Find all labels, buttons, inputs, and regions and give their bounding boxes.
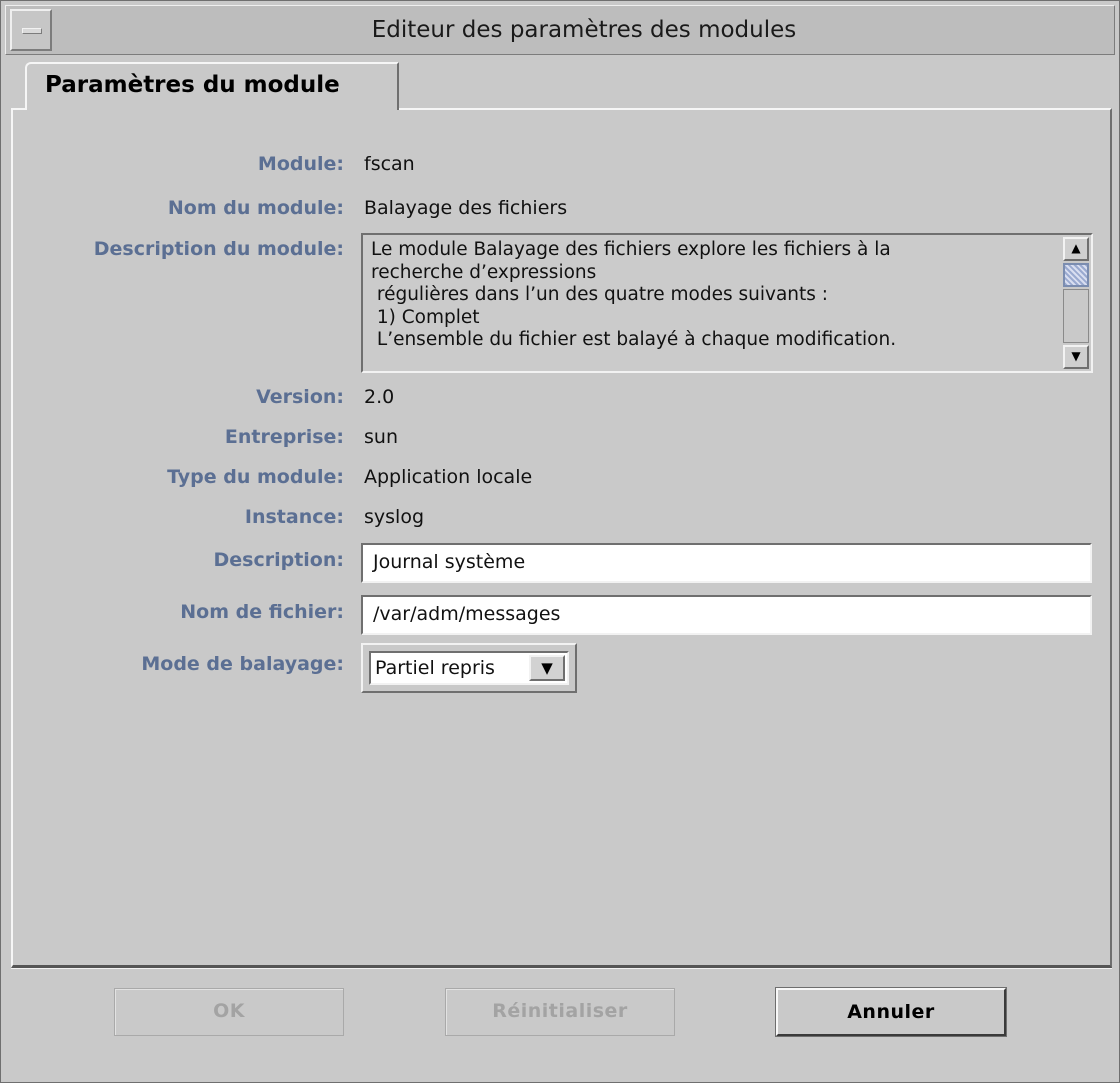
title-bar[interactable]: Editeur des paramètres des modules	[5, 5, 1115, 55]
module-type-value: Application locale	[364, 466, 533, 488]
instance-label: Instance:	[244, 506, 344, 528]
scroll-track[interactable]	[1063, 289, 1089, 343]
dialog-window: Editeur des paramètres des modules Param…	[0, 0, 1120, 1083]
module-value: fscan	[364, 153, 415, 175]
scan-mode-field[interactable]: Partiel repris ▼	[369, 651, 569, 685]
module-type-label: Type du module:	[167, 466, 344, 488]
description-scrollbar[interactable]: ▲ ▼	[1063, 237, 1089, 369]
arrow-down-icon: ▼	[1071, 349, 1081, 363]
module-description-text: Le module Balayage des fichiers explore …	[371, 239, 897, 350]
window-menu-button[interactable]	[10, 9, 52, 51]
module-name-value: Balayage des fichiers	[364, 197, 568, 219]
scan-mode-select[interactable]: Partiel repris ▼	[361, 643, 577, 693]
module-name-label: Nom du module:	[167, 197, 344, 219]
window-menu-icon	[22, 28, 42, 34]
window-title: Editeur des paramètres des modules	[371, 17, 797, 43]
chevron-down-icon: ▼	[541, 659, 553, 677]
arrow-up-icon: ▲	[1071, 241, 1081, 255]
ok-button[interactable]: OK	[114, 988, 344, 1036]
description-input[interactable]: Journal système	[361, 543, 1092, 583]
scroll-up-button[interactable]: ▲	[1063, 237, 1089, 261]
reset-button[interactable]: Réinitialiser	[445, 988, 675, 1036]
scan-mode-value: Partiel repris	[375, 657, 495, 679]
instance-value: syslog	[364, 506, 425, 528]
module-label: Module:	[257, 153, 344, 175]
description-label: Description:	[213, 549, 345, 571]
version-value: 2.0	[364, 386, 395, 408]
scan-mode-label: Mode de balayage:	[141, 653, 344, 675]
version-label: Version:	[256, 386, 344, 408]
filename-input[interactable]: /var/adm/messages	[361, 595, 1092, 635]
scan-mode-dropdown-button[interactable]: ▼	[529, 655, 565, 681]
scroll-down-button[interactable]: ▼	[1063, 345, 1089, 369]
enterprise-value: sun	[364, 426, 398, 448]
filename-label: Nom de fichier:	[180, 601, 344, 623]
scroll-thumb[interactable]	[1063, 263, 1089, 287]
tab-label: Paramètres du module	[45, 72, 340, 98]
cancel-button[interactable]: Annuler	[775, 987, 1007, 1037]
module-description-textarea[interactable]: Le module Balayage des fichiers explore …	[361, 233, 1093, 373]
module-description-label: Description du module:	[93, 238, 344, 260]
tab-module-parameters[interactable]: Paramètres du module	[25, 62, 399, 110]
enterprise-label: Entreprise:	[224, 426, 344, 448]
